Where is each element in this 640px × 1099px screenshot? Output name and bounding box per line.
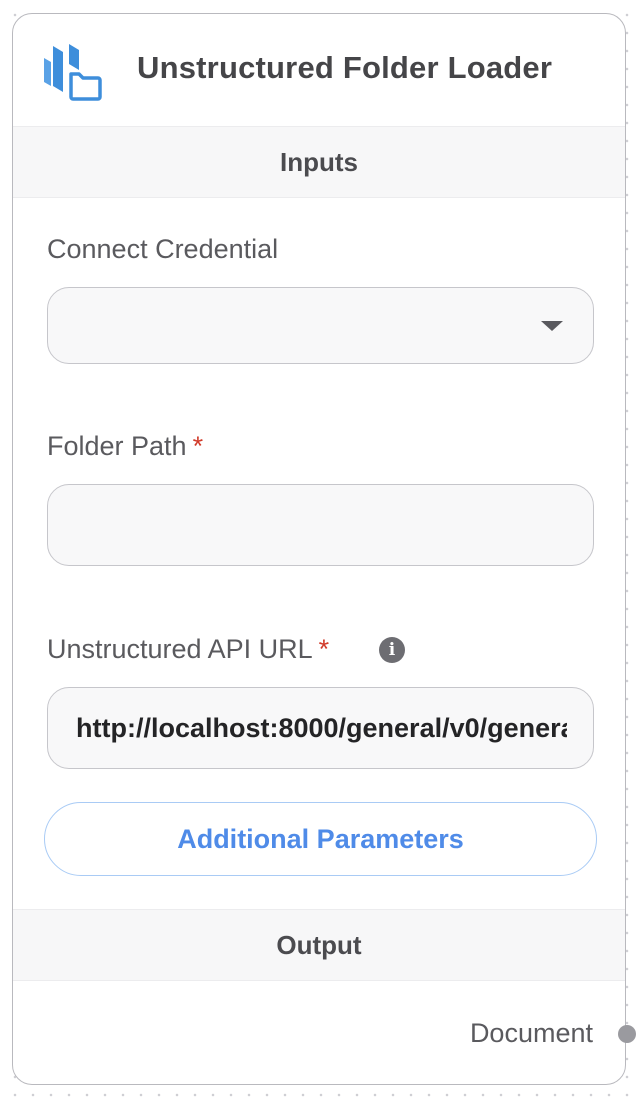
required-marker: * — [192, 431, 204, 461]
node-header: Unstructured Folder Loader — [13, 14, 625, 126]
folder-path-label-text: Folder Path — [47, 431, 187, 461]
credential-label: Connect Credential — [47, 234, 278, 265]
document-output-label: Document — [469, 1018, 593, 1048]
inputs-section-header: Inputs — [13, 126, 625, 198]
caret-down-icon[interactable] — [541, 321, 563, 331]
credential-select[interactable] — [47, 287, 594, 364]
api-url-label: Unstructured API URL * — [47, 634, 329, 665]
api-url-label-text: Unstructured API URL — [47, 634, 313, 664]
required-marker: * — [318, 634, 330, 664]
api-url-input[interactable]: http://localhost:8000/general/v0/general — [47, 687, 594, 769]
document-output-handle[interactable] — [618, 1025, 636, 1043]
unstructured-logo-icon — [44, 44, 102, 101]
credential-label-text: Connect Credential — [47, 234, 279, 264]
node-card[interactable]: Unstructured Folder Loader Inputs Connec… — [12, 13, 636, 1085]
info-icon[interactable]: i — [379, 637, 405, 663]
folder-path-label: Folder Path * — [47, 431, 203, 462]
additional-parameters-button[interactable]: Additional Parameters — [44, 802, 597, 876]
folder-path-input[interactable] — [47, 484, 594, 566]
api-url-value: http://localhost:8000/general/v0/general — [76, 712, 567, 743]
output-section-header: Output — [13, 909, 625, 981]
node-title: Unstructured Folder Loader — [137, 50, 553, 85]
